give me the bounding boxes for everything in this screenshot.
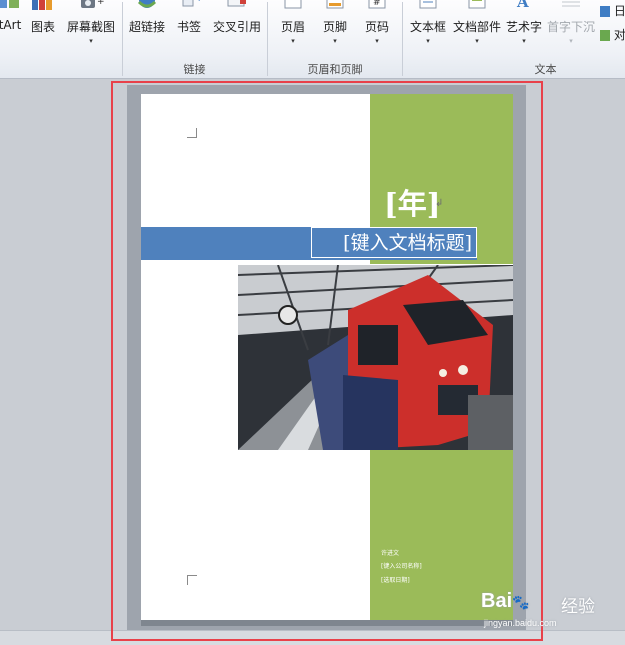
header-icon bbox=[280, 0, 306, 10]
footer-button[interactable]: 页脚 ▾ bbox=[319, 0, 351, 50]
ribbon-insert-tab: tArt 图表 + 屏幕截图 ▾ 超链接 书签 交叉引用 页眉 ▾ 页脚 ▾ #… bbox=[0, 0, 625, 79]
globe-link-icon bbox=[134, 0, 160, 10]
textbox-icon bbox=[415, 0, 441, 10]
cross-reference-icon bbox=[224, 0, 250, 10]
hyperlink-button[interactable]: 超链接 bbox=[126, 0, 168, 50]
highlight-frame bbox=[111, 81, 543, 641]
wordart-button[interactable]: A 艺术字 ▾ bbox=[504, 0, 544, 50]
header-button[interactable]: 页眉 ▾ bbox=[277, 0, 309, 50]
object-icon bbox=[600, 30, 610, 41]
watermark-jingyan: 经验 bbox=[561, 597, 595, 617]
object-button[interactable]: 对 bbox=[600, 26, 625, 42]
footer-icon bbox=[322, 0, 348, 10]
page-number-icon: # bbox=[364, 0, 390, 10]
baidu-watermark: Bai🐾 经验 jingyan.baidu.com bbox=[478, 588, 618, 634]
svg-text:+: + bbox=[97, 0, 104, 7]
chevron-down-icon: ▾ bbox=[475, 37, 479, 45]
camera-icon: + bbox=[78, 0, 105, 10]
quick-parts-button[interactable]: 文档部件 ▾ bbox=[451, 0, 503, 50]
page-number-button[interactable]: # 页码 ▾ bbox=[361, 0, 393, 50]
chevron-down-icon: ▾ bbox=[291, 37, 295, 45]
drop-cap-button[interactable]: 首字下沉 ▾ bbox=[546, 0, 596, 50]
chevron-down-icon: ▾ bbox=[569, 37, 573, 45]
group-label-text: 文本 bbox=[534, 63, 557, 76]
chart-icon bbox=[30, 0, 56, 10]
smartart-icon bbox=[0, 0, 23, 10]
wordart-icon: A bbox=[511, 0, 537, 11]
svg-text:#: # bbox=[373, 0, 381, 8]
chevron-down-icon: ▾ bbox=[333, 37, 337, 45]
chevron-down-icon: ▾ bbox=[89, 37, 93, 45]
paw-icon: 🐾 bbox=[512, 594, 530, 610]
smartart-button[interactable]: tArt bbox=[0, 0, 22, 50]
watermark-brand: Bai🐾 bbox=[481, 590, 530, 612]
group-label-links: 链接 bbox=[183, 63, 206, 76]
bookmark-icon bbox=[176, 0, 202, 10]
bookmark-button[interactable]: 书签 bbox=[173, 0, 205, 50]
screenshot-button[interactable]: + 屏幕截图 ▾ bbox=[64, 0, 118, 50]
quick-parts-icon bbox=[464, 0, 490, 10]
watermark-url: jingyan.baidu.com bbox=[484, 618, 557, 628]
drop-cap-icon bbox=[558, 0, 584, 10]
chevron-down-icon: ▾ bbox=[426, 37, 430, 45]
textbox-button[interactable]: 文本框 ▾ bbox=[408, 0, 448, 50]
signature-line-button[interactable]: 日 bbox=[600, 2, 625, 18]
signature-icon bbox=[600, 6, 610, 17]
chevron-down-icon: ▾ bbox=[522, 37, 526, 45]
chart-button[interactable]: 图表 bbox=[27, 0, 59, 50]
svg-text:A: A bbox=[516, 0, 529, 10]
chevron-down-icon: ▾ bbox=[375, 37, 379, 45]
cross-reference-button[interactable]: 交叉引用 bbox=[210, 0, 264, 50]
group-label-header-footer: 页眉和页脚 bbox=[307, 63, 363, 76]
